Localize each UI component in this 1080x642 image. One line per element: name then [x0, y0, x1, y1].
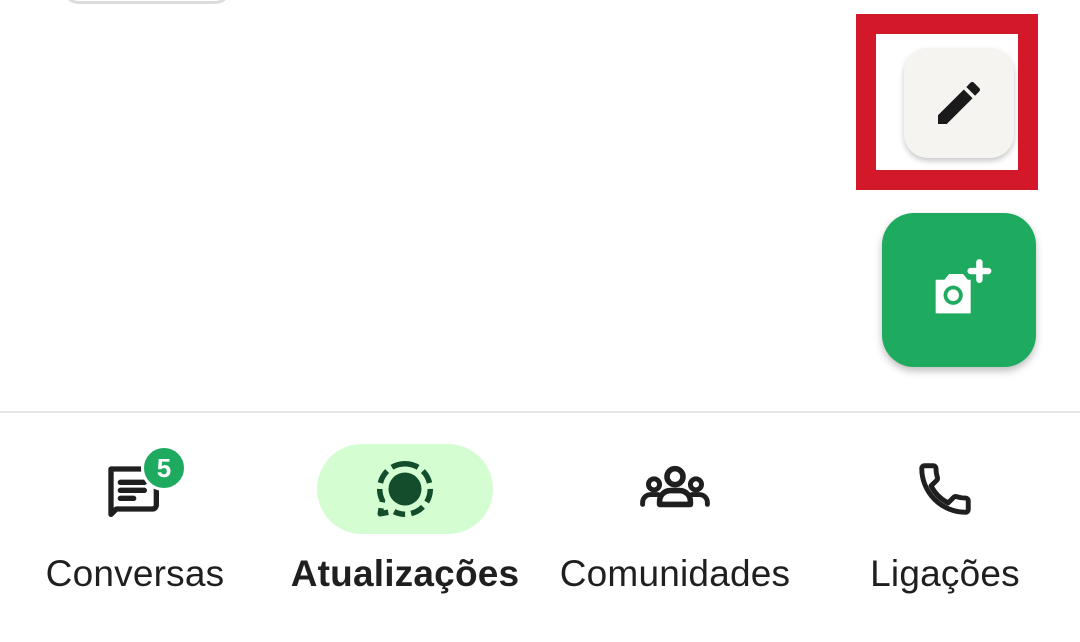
- nav-label-comunidades: Comunidades: [559, 553, 791, 594]
- camera-plus-icon: [935, 259, 992, 314]
- nav-icon-container: [365, 445, 445, 533]
- partial-pill-button[interactable]: [62, 0, 232, 4]
- nav-label-ligacoes: Ligações: [870, 553, 1020, 594]
- pencil-icon: [938, 81, 981, 124]
- edit-status-fab[interactable]: [904, 48, 1014, 158]
- communities-icon: [640, 465, 710, 508]
- nav-label-conversas: Conversas: [45, 553, 225, 594]
- camera-status-fab[interactable]: [882, 213, 1036, 367]
- status-icon: [376, 460, 433, 518]
- nav-tab-atualizacoes[interactable]: Atualizações: [270, 413, 540, 642]
- unread-badge: 5: [141, 445, 187, 491]
- nav-label-atualizacoes: Atualizações: [290, 553, 520, 594]
- phone-icon: [919, 463, 971, 515]
- nav-icon-container: [635, 445, 715, 533]
- nav-icon-container: [905, 445, 985, 533]
- nav-tab-comunidades[interactable]: Comunidades: [540, 413, 810, 642]
- screen: 5 Conversas Atualizações Comunidades Lig…: [0, 0, 1080, 642]
- nav-tab-ligacoes[interactable]: Ligações: [810, 413, 1080, 642]
- nav-tab-conversas[interactable]: 5 Conversas: [0, 413, 270, 642]
- bottom-navigation: 5 Conversas Atualizações Comunidades Lig…: [0, 413, 1080, 642]
